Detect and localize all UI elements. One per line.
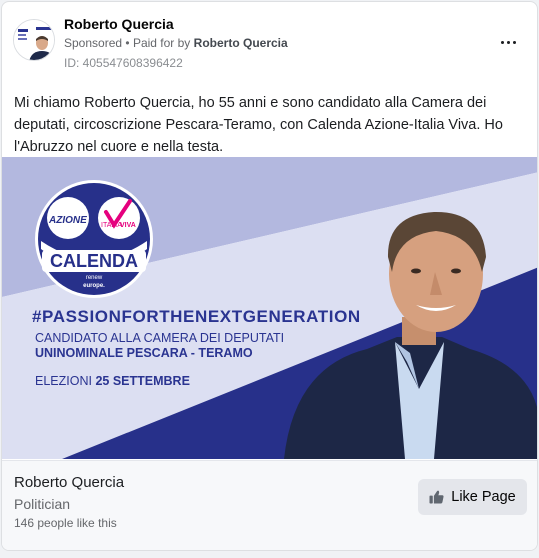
election-date-line: ELEZIONI 25 SETTEMBRE — [35, 374, 190, 388]
paid-for-name: Roberto Quercia — [193, 36, 288, 50]
more-horizontal-icon — [500, 40, 504, 44]
campaign-hashtag: #PASSIONFORTHENEXTGENERATION — [32, 307, 361, 326]
sponsored-label: Sponsored — [64, 36, 123, 50]
like-page-button[interactable]: Like Page — [418, 479, 527, 515]
post-header: Roberto Quercia Sponsored • Paid for by … — [2, 2, 537, 82]
election-date: 25 SETTEMBRE — [95, 374, 190, 388]
thumbs-up-icon — [429, 490, 444, 504]
like-page-label: Like Page — [451, 489, 516, 505]
footer-page-name[interactable]: Roberto Quercia — [14, 474, 124, 491]
logo-calenda-text: CALENDA — [50, 251, 138, 271]
avatar-image — [14, 20, 54, 60]
paid-for-label: Paid for by — [132, 36, 191, 50]
candidate-line-1: CANDIDATO ALLA CAMERA DEI DEPUTATI — [35, 331, 285, 345]
page-category: Politician — [14, 496, 71, 512]
page-like-count: 146 people like this — [14, 516, 117, 530]
ad-creative-image[interactable]: AZIONE ITALIA VIVA CALENDA renew europe.… — [2, 157, 537, 459]
meta-separator: • — [125, 36, 130, 50]
logo-renew-line1: renew — [86, 275, 103, 281]
ad-card: Roberto Quercia Sponsored • Paid for by … — [1, 1, 538, 551]
page-footer: Roberto Quercia Politician 146 people li… — [2, 460, 537, 550]
post-body-text: Mi chiamo Roberto Quercia, ho 55 anni e … — [14, 95, 503, 155]
page-avatar[interactable] — [13, 19, 55, 61]
sponsored-line: Sponsored • Paid for by Roberto Quercia — [64, 36, 288, 50]
more-options-button[interactable] — [494, 32, 522, 52]
candidate-line-2: UNINOMINALE PESCARA - TERAMO — [35, 346, 253, 360]
election-label: ELEZIONI — [35, 374, 92, 388]
page-name[interactable]: Roberto Quercia — [64, 16, 174, 32]
logo-renew-line2: europe. — [83, 283, 105, 289]
ad-id: ID: 405547608396422 — [64, 56, 183, 70]
logo-viva-text: VIVA — [120, 222, 136, 229]
logo-azione-text: AZIONE — [48, 215, 87, 226]
